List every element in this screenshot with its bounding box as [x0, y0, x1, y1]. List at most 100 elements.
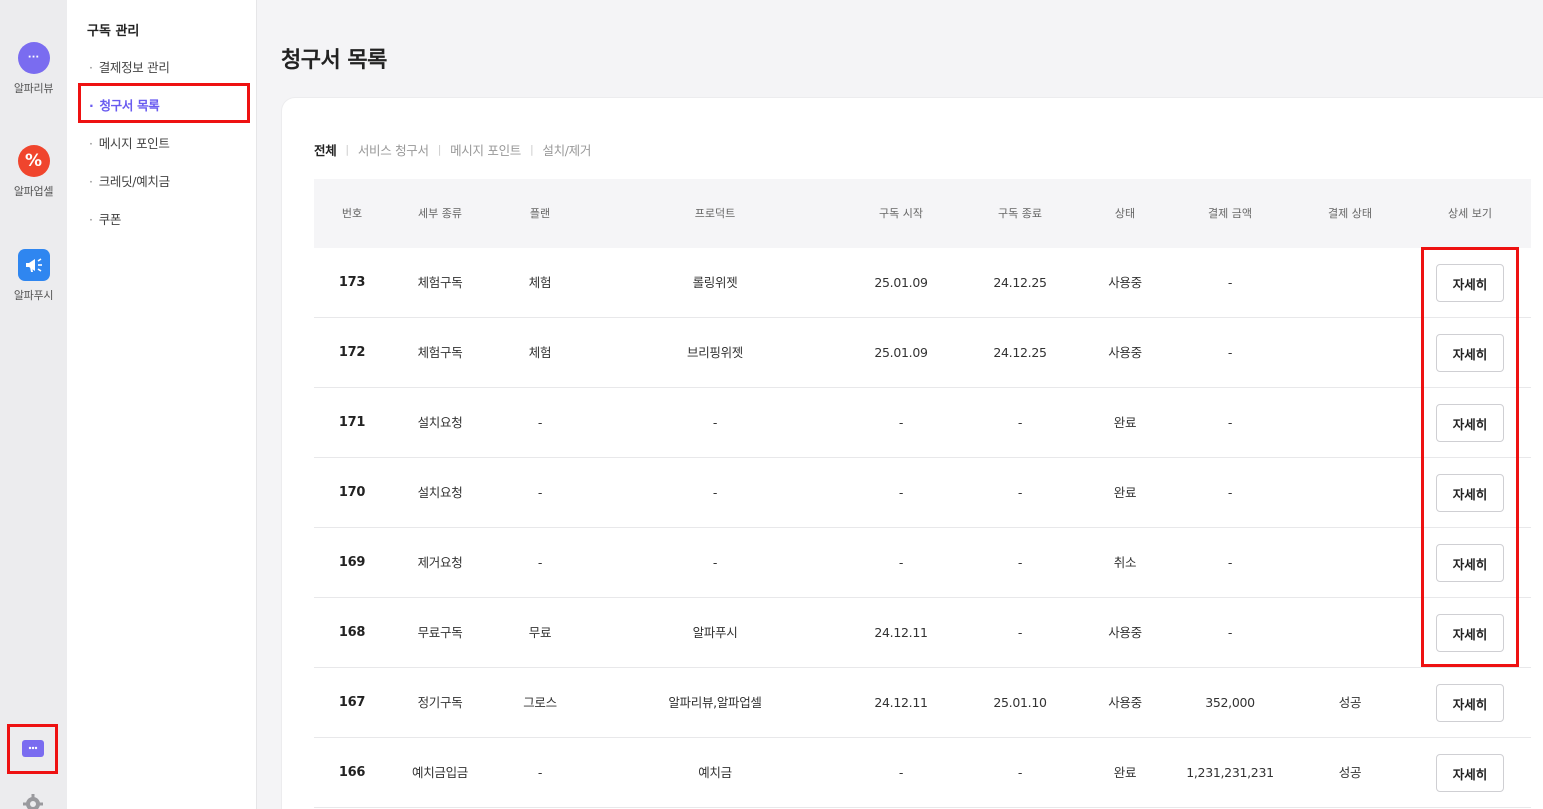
- table-header: 번호 세부 종류 플랜 프로덕트 구독 시작 구독 종료 상태 결제 금액 결제…: [314, 179, 1531, 248]
- gear-icon[interactable]: [22, 793, 44, 809]
- cell-number: 171: [338, 415, 366, 430]
- highlight-box: [78, 83, 250, 123]
- cell-start: -: [898, 555, 904, 570]
- cell-kind: 설치요청: [417, 485, 463, 500]
- cell-amount: -: [1227, 485, 1233, 500]
- column-header-plan: 플랜: [529, 207, 551, 220]
- submenu-item-coupon[interactable]: · 쿠폰: [89, 209, 121, 228]
- rail-item-alpha-upsell[interactable]: % 알파업셀: [0, 145, 67, 199]
- cell-pay-status: 성공: [1338, 695, 1362, 710]
- detail-button[interactable]: 자세히: [1436, 334, 1504, 372]
- column-header-kind: 세부 종류: [418, 207, 462, 220]
- cell-status: 사용중: [1108, 275, 1142, 290]
- cell-status: 완료: [1113, 765, 1137, 780]
- table-row: 166 예치금입금 - 예치금 - - 완료 1,231,231,231 성공 자세히: [314, 738, 1531, 808]
- tab-separator: |: [529, 143, 534, 156]
- cell-kind: 무료구독: [417, 625, 463, 640]
- cell-amount: -: [1227, 625, 1233, 640]
- cell-plan: -: [537, 765, 543, 780]
- cell-kind: 체험구독: [417, 275, 463, 290]
- cell-pay-status: 성공: [1338, 765, 1362, 780]
- tab-install-remove[interactable]: 설치/제거: [542, 140, 591, 159]
- submenu-item-message-points[interactable]: · 메시지 포인트: [89, 133, 170, 152]
- cell-end: -: [1017, 485, 1023, 500]
- column-header-end: 구독 종료: [998, 207, 1042, 220]
- cell-start: -: [898, 485, 904, 500]
- cell-amount: 352,000: [1205, 695, 1255, 710]
- table-row: 173 체험구독 체험 롤링위젯 25.01.09 24.12.25 사용중 - 자세히: [314, 248, 1531, 318]
- rail-item-label: 알파푸시: [13, 289, 54, 302]
- rail-item-alpha-push[interactable]: 알파푸시: [0, 249, 67, 303]
- submenu-item-payment-info[interactable]: · 결제정보 관리: [89, 57, 170, 76]
- cell-start: 24.12.11: [874, 695, 928, 710]
- cell-end: 24.12.25: [993, 275, 1047, 290]
- bullet: ·: [89, 212, 93, 227]
- cell-end: 24.12.25: [993, 345, 1047, 360]
- cell-product: -: [712, 555, 718, 570]
- cell-plan: 그로스: [523, 695, 557, 710]
- detail-button[interactable]: 자세히: [1436, 684, 1504, 722]
- cell-product: -: [712, 485, 718, 500]
- cell-end: 25.01.10: [993, 695, 1047, 710]
- cell-product: 롤링위젯: [692, 275, 738, 290]
- column-header-product: 프로덕트: [694, 207, 736, 220]
- cell-status: 사용중: [1108, 695, 1142, 710]
- cell-end: -: [1017, 625, 1023, 640]
- submenu-title: 구독 관리: [87, 24, 140, 39]
- column-header-status: 상태: [1114, 207, 1136, 220]
- detail-button[interactable]: 자세히: [1436, 614, 1504, 652]
- detail-button[interactable]: 자세히: [1436, 474, 1504, 512]
- detail-button[interactable]: 자세히: [1436, 264, 1504, 302]
- cell-start: -: [898, 765, 904, 780]
- cell-status: 사용중: [1108, 345, 1142, 360]
- cell-plan: -: [537, 415, 543, 430]
- table-row: 167 정기구독 그로스 알파리뷰,알파업셀 24.12.11 25.01.10 사용중 35…: [314, 668, 1531, 738]
- cell-status: 취소: [1113, 555, 1137, 570]
- column-header-detail: 상세 보기: [1448, 207, 1492, 220]
- tab-message-points[interactable]: 메시지 포인트: [450, 140, 521, 159]
- cell-plan: 체험: [528, 345, 552, 360]
- rail-item-alpha-review[interactable]: ··· 알파리뷰: [0, 42, 67, 96]
- cell-kind: 체험구독: [417, 345, 463, 360]
- cell-plan: -: [537, 485, 543, 500]
- cell-amount: -: [1227, 415, 1233, 430]
- submenu-item-label: 메시지 포인트: [98, 136, 170, 151]
- detail-button[interactable]: 자세히: [1436, 544, 1504, 582]
- detail-button[interactable]: 자세히: [1436, 404, 1504, 442]
- tab-all[interactable]: 전체: [314, 140, 337, 159]
- cell-status: 완료: [1113, 415, 1137, 430]
- submenu-panel: 구독 관리 · 결제정보 관리 · 청구서 목록 · 메시지 포인트 · 크레딧/예치금…: [67, 0, 257, 809]
- filter-tabs: 전체 | 서비스 청구서 | 메시지 포인트 | 설치/제거: [314, 140, 591, 159]
- cell-start: 25.01.09: [874, 345, 928, 360]
- page-title: 청구서 목록: [281, 48, 387, 73]
- detail-button[interactable]: 자세히: [1436, 754, 1504, 792]
- cell-product: -: [712, 415, 718, 430]
- tab-separator: |: [345, 143, 349, 156]
- rail-item-label: 알파리뷰: [13, 82, 54, 95]
- cell-amount: -: [1227, 275, 1233, 290]
- column-header-number: 번호: [341, 207, 363, 220]
- subscription-card-icon[interactable]: [22, 740, 44, 757]
- cell-status: 사용중: [1108, 625, 1142, 640]
- cell-number: 170: [338, 485, 366, 500]
- cell-start: 24.12.11: [874, 625, 928, 640]
- bullet: ·: [89, 136, 93, 151]
- cell-kind: 제거요청: [417, 555, 463, 570]
- chat-bubble-icon: ···: [17, 42, 50, 74]
- cell-number: 167: [338, 695, 366, 710]
- tab-service-invoice[interactable]: 서비스 청구서: [358, 140, 429, 159]
- submenu-item-credit-deposit[interactable]: · 크레딧/예치금: [89, 171, 170, 190]
- submenu-item-label: 쿠폰: [98, 212, 122, 227]
- cell-product: 알파리뷰,알파업셀: [668, 695, 762, 710]
- cell-amount: -: [1227, 555, 1233, 570]
- submenu-item-label: 크레딧/예치금: [98, 174, 170, 189]
- cell-number: 166: [338, 765, 366, 780]
- cell-number: 172: [338, 345, 366, 360]
- table-row: 171 설치요청 - - - - 완료 - 자세히: [314, 388, 1531, 458]
- app-rail: ··· 알파리뷰 % 알파업셀 알파푸시: [0, 0, 67, 809]
- table-row: 168 무료구독 무료 알파푸시 24.12.11 - 사용중 - 자세히: [314, 598, 1531, 668]
- cell-kind: 예치금입금: [411, 765, 469, 780]
- cell-amount: -: [1227, 345, 1233, 360]
- tab-separator: |: [437, 143, 442, 156]
- cell-status: 완료: [1113, 485, 1137, 500]
